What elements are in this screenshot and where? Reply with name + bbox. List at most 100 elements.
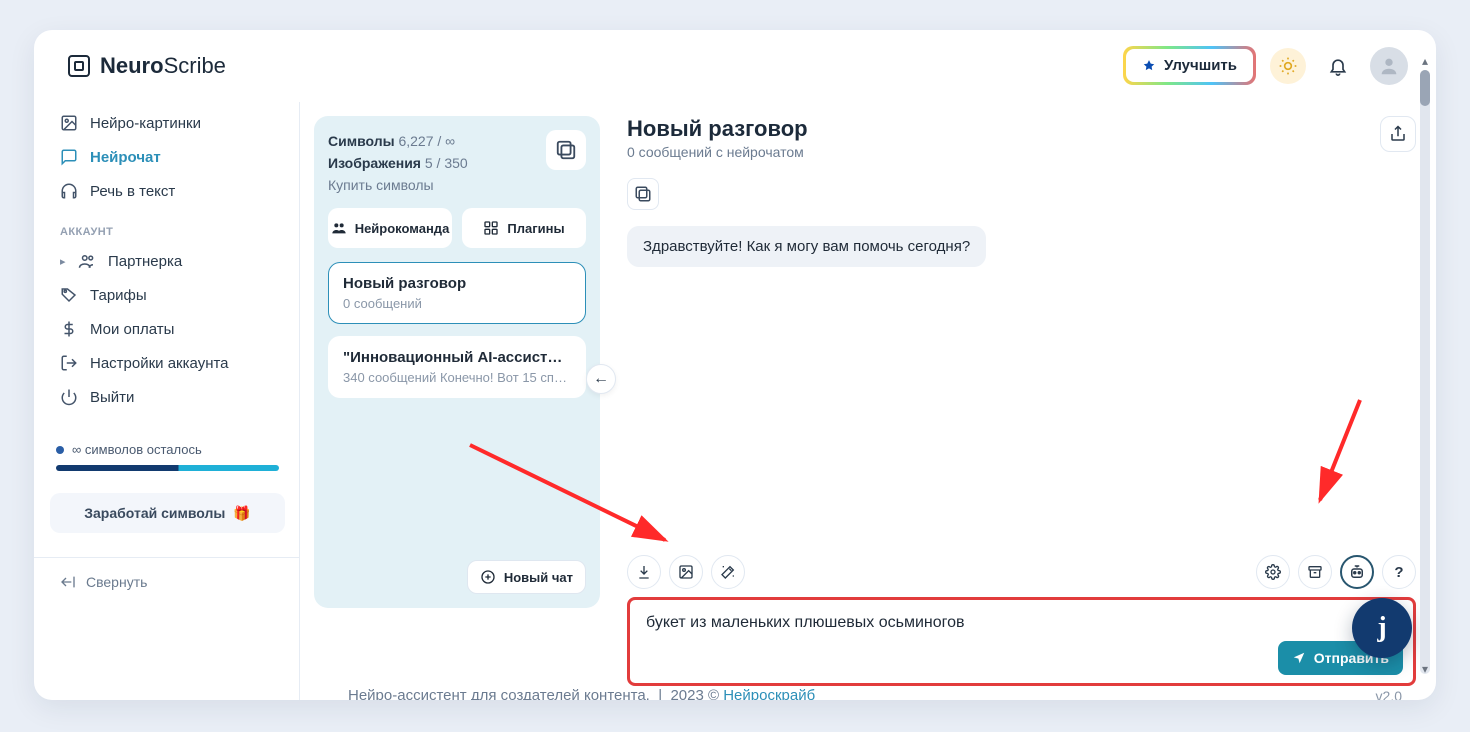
collapse-sidebar-button[interactable]: Свернуть [50, 558, 285, 606]
bell-icon [1328, 56, 1348, 76]
avatar[interactable] [1370, 47, 1408, 85]
improve-label: Улучшить [1164, 57, 1237, 74]
sidebar-item-label: Тарифы [90, 287, 147, 304]
image-icon [678, 564, 694, 580]
theme-toggle[interactable] [1270, 48, 1306, 84]
images-value: 5 / 350 [425, 155, 468, 171]
support-icon: j [1377, 612, 1386, 644]
chats-panel: Символы 6,227 / ∞ Изображения 5 / 350 Ку… [300, 102, 610, 700]
scrollbar-thumb[interactable] [1420, 70, 1430, 106]
image-icon [60, 114, 78, 132]
sidebar-item-chat[interactable]: Нейрочат [50, 140, 285, 174]
improve-button[interactable]: Улучшить [1126, 49, 1253, 82]
chat-item-sub: 0 сообщений [343, 296, 571, 311]
users-icon [78, 252, 96, 270]
sidebar-nav: Нейро-картинки Нейрочат Речь в текст АКК… [50, 102, 285, 414]
sidebar-item-label: Речь в текст [90, 183, 175, 200]
buy-symbols-link[interactable]: Купить символы [328, 174, 468, 196]
credits-progress [56, 465, 279, 471]
plugins-label: Плагины [507, 221, 564, 236]
dollar-icon [60, 320, 78, 338]
brand-name-2: Scribe [164, 53, 226, 78]
dot-icon [56, 446, 64, 454]
gift-icon: 🎁 [233, 505, 250, 522]
chat-item[interactable]: "Инновационный AI-ассист… 340 сообщений … [328, 336, 586, 398]
plugins-button[interactable]: Плагины [462, 208, 586, 248]
chat-list: Новый разговор 0 сообщений "Инновационны… [328, 262, 586, 398]
sidebar-item-speech[interactable]: Речь в текст [50, 174, 285, 208]
tool-image-button[interactable] [669, 555, 703, 589]
sidebar-item-label: Нейрочат [90, 149, 161, 166]
caret-icon: ▸ [60, 255, 70, 268]
credits-block: ∞ символов осталось [56, 442, 279, 471]
sidebar-item-images[interactable]: Нейро-картинки [50, 106, 285, 140]
chat-header: Новый разговор 0 сообщений с нейрочатом [627, 116, 1416, 160]
sidebar-item-label: Нейро-картинки [90, 115, 201, 132]
app-window: NeuroScribe Улучшить [34, 30, 1436, 700]
tool-settings-button[interactable] [1256, 555, 1290, 589]
tool-robot-button[interactable] [1340, 555, 1374, 589]
send-icon [1292, 651, 1306, 665]
sidebar-item-label: Настройки аккаунта [90, 355, 229, 372]
sidebar-item-settings[interactable]: Настройки аккаунта [50, 346, 285, 380]
new-chat-label: Новый чат [504, 570, 573, 585]
chat-item-sub: 340 сообщений Конечно! Вот 15 спос… [343, 370, 571, 385]
sidebar-item-payments[interactable]: Мои оплаты [50, 312, 285, 346]
brand-name-1: Neuro [100, 53, 164, 78]
team-icon [331, 220, 347, 236]
footer-tagline: Нейро-ассистент для создателей контента. [348, 687, 650, 700]
chat-title: Новый разговор [627, 116, 808, 142]
footer-year: 2023 © [670, 687, 719, 700]
sidebar-item-logout[interactable]: Выйти [50, 380, 285, 414]
sidebar-item-plans[interactable]: Тарифы [50, 278, 285, 312]
message-input-box: букет из маленьких плюшевых осьминогов О… [627, 597, 1416, 686]
symbols-value: 6,227 / ∞ [398, 133, 455, 149]
usage-info: Символы 6,227 / ∞ Изображения 5 / 350 Ку… [328, 130, 468, 196]
footer: Нейро-ассистент для создателей контента.… [348, 687, 815, 700]
support-fab[interactable]: j [1352, 598, 1412, 658]
notifications-button[interactable] [1320, 48, 1356, 84]
symbols-label: Символы [328, 133, 395, 149]
sun-icon [1278, 56, 1298, 76]
tool-download-button[interactable] [627, 555, 661, 589]
earn-symbols-button[interactable]: Заработай символы 🎁 [50, 493, 285, 533]
layers-icon [634, 185, 652, 203]
assistant-message: Здравствуйте! Как я могу вам помочь сего… [627, 226, 986, 267]
account-section-label: АККАУНТ [60, 226, 275, 238]
chat-subtitle: 0 сообщений с нейрочатом [627, 144, 808, 160]
improve-button-wrap: Улучшить [1123, 46, 1256, 85]
new-chat-button[interactable]: Новый чат [467, 560, 586, 594]
footer-brand-link[interactable]: Нейроскрайб [723, 687, 815, 700]
archive-icon [1307, 564, 1323, 580]
credits-text: ∞ символов осталось [72, 442, 202, 457]
topbar: NeuroScribe Улучшить [34, 30, 1436, 102]
wand-icon [720, 564, 736, 580]
scroll-up-arrow[interactable]: ▴ [1418, 54, 1432, 68]
share-button[interactable] [1380, 116, 1416, 152]
brand-logo[interactable]: NeuroScribe [68, 53, 226, 79]
logout-icon [60, 354, 78, 372]
neuroteam-button[interactable]: Нейрокоманда [328, 208, 452, 248]
chat-body: Здравствуйте! Как я могу вам помочь сего… [627, 170, 1416, 555]
top-actions: Улучшить [1123, 46, 1408, 85]
layers-icon [555, 139, 577, 161]
rocket-icon [1142, 59, 1156, 73]
tool-archive-button[interactable] [1298, 555, 1332, 589]
brand-tile [546, 130, 586, 170]
bot-avatar [627, 178, 659, 210]
chat-item-title: "Инновационный AI-ассист… [343, 349, 571, 366]
chat-item[interactable]: Новый разговор 0 сообщений [328, 262, 586, 324]
sidebar-item-partner[interactable]: ▸ Партнерка [50, 244, 285, 278]
scroll-down-arrow[interactable]: ▾ [1418, 662, 1432, 676]
images-label: Изображения [328, 155, 421, 171]
chat-area: Новый разговор 0 сообщений с нейрочатом … [610, 102, 1436, 700]
sidebar-item-label: Партнерка [108, 253, 182, 270]
question-icon: ? [1394, 564, 1403, 581]
tool-help-button[interactable]: ? [1382, 555, 1416, 589]
robot-icon [1348, 563, 1366, 581]
tool-magic-button[interactable] [711, 555, 745, 589]
scrollbar-track[interactable] [1420, 70, 1430, 674]
composer: ? букет из маленьких плюшевых осьминогов… [627, 555, 1416, 686]
message-input[interactable]: букет из маленьких плюшевых осьминогов [644, 612, 1399, 636]
chat-item-title: Новый разговор [343, 275, 571, 292]
